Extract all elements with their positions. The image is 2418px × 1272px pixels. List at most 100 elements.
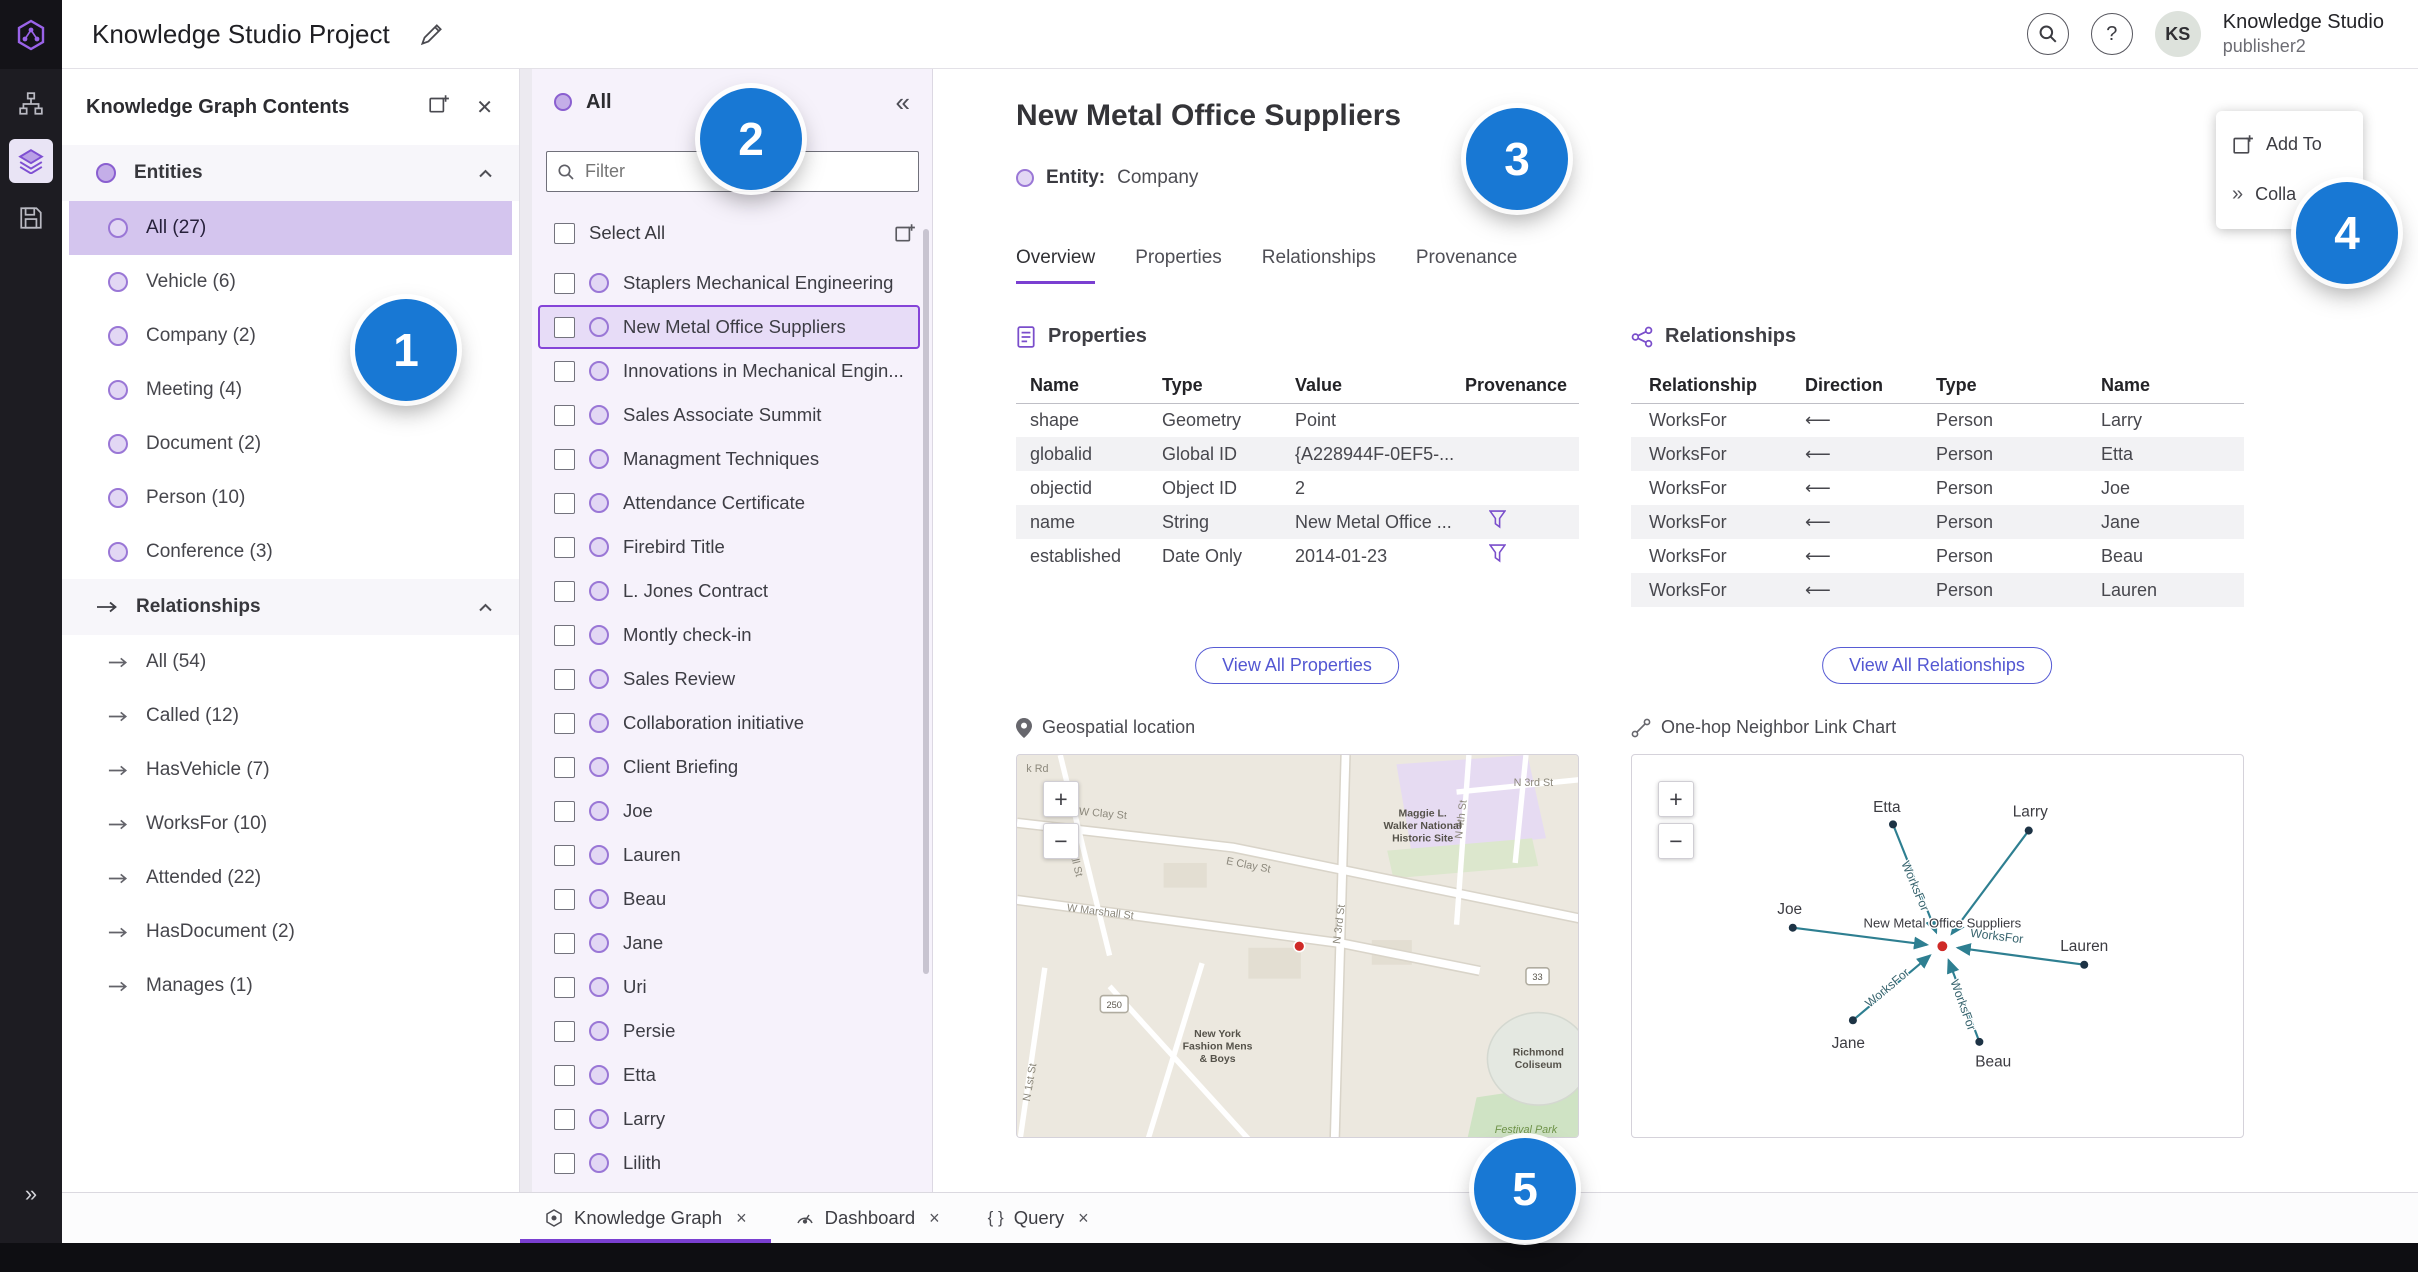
close-tab-icon[interactable]: × [736,1208,747,1229]
link-chart-view[interactable]: WorksFor WorksFor WorksFor WorksFor Etta… [1631,754,2244,1138]
close-tab-icon[interactable]: × [1078,1208,1089,1229]
save-icon-button[interactable] [9,196,53,240]
checkbox[interactable] [554,976,575,998]
sidebar-item-hasdocument[interactable]: HasDocument (2) [69,905,512,959]
checkbox[interactable] [554,272,575,294]
expand-rail-button[interactable]: » [0,1181,62,1207]
sidebar-item-hasvehicle[interactable]: HasVehicle (7) [69,743,512,797]
view-all-relationships-button[interactable]: View All Relationships [1822,647,2052,684]
sidebar-item-vehicle[interactable]: Vehicle (6) [69,255,512,309]
zoom-out-button[interactable]: − [1043,823,1079,859]
entity-link[interactable]: Lauren [2101,573,2244,607]
node-beau[interactable] [1975,1037,1984,1046]
list-item[interactable]: Larry [532,1097,932,1141]
sidebar-item-called[interactable]: Called (12) [69,689,512,743]
checkbox[interactable] [554,712,575,734]
tab-relationships[interactable]: Relationships [1262,247,1376,284]
zoom-out-button[interactable]: − [1658,823,1694,859]
relationship-link[interactable]: WorksFor [1631,539,1805,573]
list-item[interactable]: Staplers Mechanical Engineering [532,261,932,305]
entity-link[interactable]: Joe [2101,471,2244,505]
zoom-in-button[interactable]: + [1658,781,1694,817]
node-larry[interactable] [2024,826,2033,835]
checkbox[interactable] [554,360,575,382]
checkbox[interactable] [554,536,575,558]
list-item[interactable]: Attendance Certificate [532,481,932,525]
collapse-panel-button[interactable]: « [896,87,910,118]
add-to-button[interactable]: Add To [2216,119,2363,169]
add-panel-button[interactable] [428,93,450,121]
relationship-link[interactable]: WorksFor [1631,505,1805,539]
checkbox[interactable] [554,492,575,514]
relationship-link[interactable]: WorksFor [1631,471,1805,505]
relationship-link[interactable]: WorksFor [1631,403,1805,437]
scrollbar-thumb[interactable] [923,229,929,974]
list-item[interactable]: Sales Associate Summit [532,393,932,437]
provenance-icon[interactable] [1488,510,1507,529]
tab-dashboard[interactable]: Dashboard × [771,1193,964,1243]
chevron-up-icon[interactable] [478,169,493,178]
add-selection-button[interactable] [894,222,916,244]
checkbox[interactable] [554,624,575,646]
list-item[interactable]: Firebird Title [532,525,932,569]
help-button[interactable]: ? [2090,13,2133,55]
node-joe[interactable] [1788,923,1797,932]
checkbox[interactable] [554,580,575,602]
sidebar-item-document[interactable]: Document (2) [69,417,512,471]
sidebar-item-rel-all[interactable]: All (54) [69,635,512,689]
sidebar-item-manages[interactable]: Manages (1) [69,959,512,1013]
node-etta[interactable] [1888,820,1898,829]
relationship-link[interactable]: WorksFor [1631,437,1805,471]
entity-link[interactable]: Jane [2101,505,2244,539]
checkbox[interactable] [554,1020,575,1042]
list-item[interactable]: Client Briefing [532,745,932,789]
tab-query[interactable]: { } Query × [964,1193,1113,1243]
checkbox[interactable] [554,404,575,426]
tab-overview[interactable]: Overview [1016,247,1096,284]
entities-section-header[interactable]: Entities [62,145,519,201]
entity-link[interactable]: Beau [2101,539,2244,573]
app-logo[interactable] [0,0,62,69]
list-item[interactable]: Collaboration initiative [532,701,932,745]
tab-properties[interactable]: Properties [1135,247,1222,284]
entity-link[interactable]: Larry [2101,403,2244,437]
checkbox[interactable] [554,1152,575,1174]
hierarchy-icon-button[interactable] [9,82,53,126]
sidebar-item-entities-all[interactable]: All (27) [69,201,512,255]
list-item[interactable]: Montly check-in [532,613,932,657]
view-all-properties-button[interactable]: View All Properties [1195,647,1399,684]
checkbox[interactable] [554,932,575,954]
checkbox[interactable] [554,888,575,910]
edit-title-button[interactable] [420,22,444,46]
checkbox[interactable] [554,1064,575,1086]
tab-provenance[interactable]: Provenance [1416,247,1517,284]
relationship-link[interactable]: WorksFor [1631,573,1805,607]
checkbox[interactable] [554,668,575,690]
checkbox[interactable] [554,800,575,822]
select-all-checkbox[interactable] [554,222,575,244]
list-item[interactable]: L. Jones Contract [532,569,932,613]
entity-link[interactable]: Etta [2101,437,2244,471]
node-jane[interactable] [1848,1016,1857,1025]
list-item[interactable]: Managment Techniques [532,437,932,481]
layers-icon-button[interactable] [9,139,53,183]
list-item[interactable]: Persie [532,1009,932,1053]
close-tab-icon[interactable]: × [929,1208,940,1229]
map-view[interactable]: N 3rd St N 3rd St N 4th St W Clay St E C… [1016,754,1579,1138]
zoom-in-button[interactable]: + [1043,781,1079,817]
node-lauren[interactable] [2080,960,2089,969]
node-center-company[interactable] [1937,941,1948,952]
relationships-section-header[interactable]: Relationships [62,579,519,635]
list-item[interactable]: Jane [532,921,932,965]
checkbox[interactable] [554,756,575,778]
list-item[interactable]: Beau [532,877,932,921]
sidebar-item-person[interactable]: Person (10) [69,471,512,525]
list-item[interactable]: Uri [532,965,932,1009]
tab-knowledge-graph[interactable]: Knowledge Graph × [520,1193,771,1243]
checkbox[interactable] [554,844,575,866]
list-item[interactable]: Sales Review [532,657,932,701]
checkbox[interactable] [554,448,575,470]
list-item[interactable]: Joe [532,789,932,833]
provenance-icon[interactable] [1488,544,1507,563]
checkbox[interactable] [554,316,575,338]
